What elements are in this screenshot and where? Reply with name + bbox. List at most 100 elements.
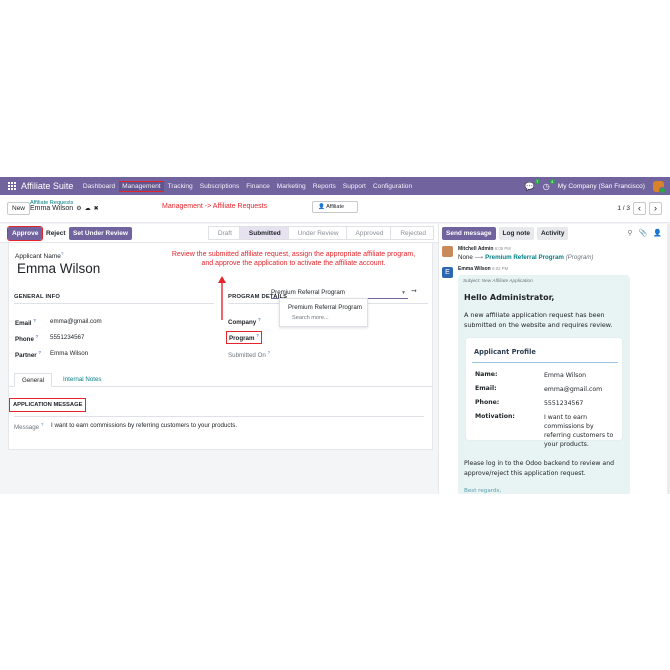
log-note-button[interactable]: Log note xyxy=(498,227,534,240)
email-footer: Please log in to the Odoo backend to rev… xyxy=(464,460,615,477)
dropdown-search-more[interactable]: Search more... xyxy=(292,315,329,321)
stage-approved[interactable]: Approved xyxy=(345,226,392,240)
help-icon[interactable]: ? xyxy=(268,350,271,355)
menu-management[interactable]: Management xyxy=(118,180,165,192)
applicant-profile-card: Applicant Profile Name: Emma Wilson Emai… xyxy=(466,338,622,448)
message-author: Mitchell Admin 6:05 PM xyxy=(458,246,511,252)
avatar[interactable]: E xyxy=(442,267,453,278)
tab-internal-notes[interactable]: Internal Notes xyxy=(56,373,109,387)
help-icon[interactable]: ? xyxy=(38,350,41,355)
dropdown-option[interactable]: Premium Referral Program xyxy=(288,304,362,311)
user-avatar[interactable] xyxy=(653,180,666,194)
new-button[interactable]: New xyxy=(7,202,31,215)
activity-clock-icon[interactable]: ◷ 4 xyxy=(543,178,555,191)
pager: 1 / 3 ‹ › xyxy=(617,202,662,215)
general-info-heading: GENERAL INFO xyxy=(14,294,214,304)
program-value: Premium Referral Program xyxy=(271,289,345,296)
menu-dashboard[interactable]: Dashboard xyxy=(79,183,118,190)
chatter-panel: Send message Log note Activity ⚲ 📎 👤 Mit… xyxy=(438,224,670,494)
stage-submitted[interactable]: Submitted xyxy=(238,226,289,240)
partner-label: Partner ? xyxy=(15,350,41,359)
pager-value[interactable]: 1 / 3 xyxy=(617,205,630,212)
pager-next-icon[interactable]: › xyxy=(649,202,662,215)
screenshot-canvas: Affiliate Suite Dashboard Management Tra… xyxy=(0,0,670,670)
paperclip-icon[interactable]: 📎 xyxy=(639,229,648,237)
search-icon[interactable]: ⚲ xyxy=(627,229,632,237)
gear-icon[interactable]: ⚙ xyxy=(76,206,81,212)
discard-icon[interactable]: ✖ xyxy=(94,206,99,212)
message-author: Emma Wilson 6:02 PM xyxy=(458,266,508,272)
set-under-review-button[interactable]: Set Under Review xyxy=(69,227,132,240)
stage-draft[interactable]: Draft xyxy=(207,226,240,240)
profile-value: emma@gmail.com xyxy=(544,386,603,393)
chat-badge: 7 xyxy=(534,178,540,184)
email-message-body: Subject: New Affiliate Application Hello… xyxy=(458,275,630,494)
message-label-text: Message xyxy=(14,424,40,432)
section-divider xyxy=(14,416,424,417)
menu-configuration[interactable]: Configuration xyxy=(369,183,415,190)
program-autocomplete-dropdown: Premium Referral Program Search more... xyxy=(279,298,368,327)
company-label-text: Company xyxy=(228,319,257,327)
affiliate-smart-button-label: Affiliate xyxy=(326,204,345,210)
notebook-tabs: General Internal Notes xyxy=(8,373,433,387)
chat-icon[interactable]: 💬 7 xyxy=(525,178,540,191)
user-icon: 👤 xyxy=(318,204,325,210)
breadcrumb: Affiliate Requests Emma Wilson ⚙ ☁ ✖ xyxy=(30,200,99,212)
chatter-icons: ⚲ 📎 👤 xyxy=(627,229,662,237)
breadcrumb-current-row: Emma Wilson ⚙ ☁ ✖ xyxy=(30,205,99,212)
tab-general[interactable]: General xyxy=(14,373,53,387)
profile-value: I want to earn commissions by referring … xyxy=(544,414,614,448)
application-message-heading: APPLICATION MESSAGE xyxy=(8,398,87,412)
annotation-line-1: Review the submitted affiliate request, … xyxy=(171,251,416,258)
chevron-down-icon[interactable]: ▼ xyxy=(401,288,406,298)
app-name[interactable]: Affiliate Suite xyxy=(21,181,73,191)
help-icon[interactable]: ? xyxy=(33,318,36,323)
reject-button[interactable]: Reject xyxy=(42,227,70,240)
profile-title: Applicant Profile xyxy=(474,348,536,356)
affiliate-smart-button[interactable]: 👤 Affiliate xyxy=(312,201,358,213)
breadcrumb-current: Emma Wilson xyxy=(30,205,74,212)
menu-subscriptions[interactable]: Subscriptions xyxy=(196,183,243,190)
email-intro: A new affiliate application request has … xyxy=(464,311,613,329)
stage-rejected[interactable]: Rejected xyxy=(390,226,434,240)
help-icon[interactable]: ? xyxy=(258,317,261,322)
pager-previous-icon[interactable]: ‹ xyxy=(633,202,646,215)
partner-field[interactable]: Emma Wilson xyxy=(50,350,88,357)
send-message-button[interactable]: Send message xyxy=(442,227,496,240)
profile-key: Name: xyxy=(475,371,498,378)
apps-menu-icon[interactable] xyxy=(8,182,16,190)
help-icon[interactable]: ? xyxy=(36,334,39,339)
message-author-name[interactable]: Emma Wilson xyxy=(458,266,491,272)
activity-badge: 4 xyxy=(549,178,555,184)
approve-button[interactable]: Approve xyxy=(6,226,44,241)
profile-key: Email: xyxy=(475,385,497,392)
stage-under-review[interactable]: Under Review xyxy=(287,226,347,240)
message-time: 6:05 PM xyxy=(494,246,511,251)
help-icon[interactable]: ? xyxy=(41,422,44,427)
odoo-app: Affiliate Suite Dashboard Management Tra… xyxy=(0,177,670,494)
applicant-name-label-text: Applicant Name xyxy=(15,253,61,261)
phone-field[interactable]: 5551234567 xyxy=(50,334,84,341)
help-icon[interactable]: ? xyxy=(61,251,64,256)
message-author-name[interactable]: Mitchell Admin xyxy=(458,246,493,252)
avatar[interactable] xyxy=(442,246,453,257)
email-field[interactable]: emma@gmail.com xyxy=(50,318,102,325)
menu-finance[interactable]: Finance xyxy=(243,183,273,190)
submitted-on-label-text: Submitted On xyxy=(228,352,266,360)
menu-tracking[interactable]: Tracking xyxy=(164,183,196,190)
follower-icon[interactable]: 👤 xyxy=(653,229,662,237)
menu-marketing[interactable]: Marketing xyxy=(273,183,309,190)
menu-reports[interactable]: Reports xyxy=(309,183,339,190)
help-icon[interactable]: ? xyxy=(256,333,259,338)
arrow-right-icon: ⟶ xyxy=(474,254,484,261)
activity-button[interactable]: Activity xyxy=(536,227,569,240)
tracking-old: None xyxy=(458,254,473,261)
applicant-name-input[interactable]: Emma Wilson xyxy=(17,261,100,276)
open-record-arrow-icon[interactable]: ➞ xyxy=(411,287,417,295)
message-field[interactable]: I want to earn commissions by referring … xyxy=(51,422,237,429)
cloud-save-icon[interactable]: ☁ xyxy=(85,206,91,212)
company-switcher[interactable]: My Company (San Francisco) xyxy=(558,183,645,190)
top-navbar: Affiliate Suite Dashboard Management Tra… xyxy=(0,177,670,195)
message-label: Message ? xyxy=(14,422,43,431)
menu-support[interactable]: Support xyxy=(339,183,369,190)
